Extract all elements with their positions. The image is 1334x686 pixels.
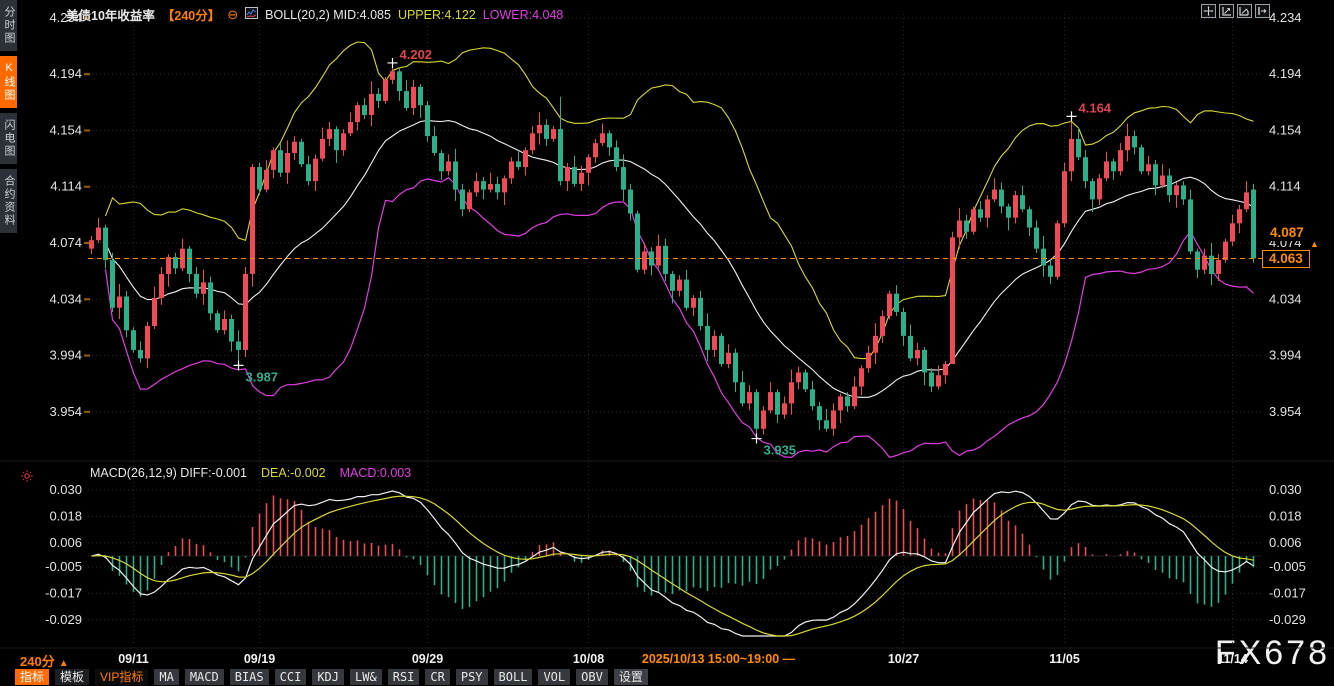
svg-text:0.006: 0.006 xyxy=(49,535,82,550)
svg-text:2025/10/13 15:00~19:00 —: 2025/10/13 15:00~19:00 — xyxy=(642,652,796,666)
toolbar-button-ma[interactable]: MA xyxy=(154,669,178,685)
view-mode-sidebar: 分时图 K线图 闪电图 合约资料 xyxy=(0,0,17,238)
toolbar-button-lw[interactable]: LW& xyxy=(350,669,382,685)
instrument-title: 美债10年收益率 xyxy=(66,5,155,24)
svg-text:4.114: 4.114 xyxy=(50,179,82,194)
svg-text:3.994: 3.994 xyxy=(1269,348,1302,363)
boll-lower-label: LOWER:4.048 xyxy=(483,8,564,22)
svg-text:11/14: 11/14 xyxy=(1217,652,1248,666)
svg-text:4.202: 4.202 xyxy=(400,47,433,62)
svg-text:3.954: 3.954 xyxy=(1269,404,1302,419)
svg-text:09/19: 09/19 xyxy=(244,652,275,666)
svg-text:0.018: 0.018 xyxy=(1269,508,1302,523)
svg-text:09/29: 09/29 xyxy=(412,652,443,666)
sidebar-tab-timeline[interactable]: 分时图 xyxy=(0,0,17,51)
toolbar-button-bias[interactable]: BIAS xyxy=(230,669,269,685)
svg-text:-0.005: -0.005 xyxy=(1269,559,1306,574)
svg-text:4.074: 4.074 xyxy=(49,235,82,250)
chevron-up-icon: ▲ xyxy=(59,658,69,669)
sidebar-tab-lightning[interactable]: 闪电图 xyxy=(0,113,17,164)
svg-text:11/05: 11/05 xyxy=(1049,652,1080,666)
toolbar-button-indicator[interactable]: 指标 xyxy=(15,669,49,685)
axis-scale-right-icon[interactable] xyxy=(1237,4,1252,18)
svg-text:4.034: 4.034 xyxy=(1269,291,1302,306)
svg-text:-0.029: -0.029 xyxy=(45,612,82,627)
svg-text:09/11: 09/11 xyxy=(118,652,149,666)
svg-text:4.234: 4.234 xyxy=(1269,10,1302,25)
svg-text:4.194: 4.194 xyxy=(1269,66,1302,81)
svg-text:4.194: 4.194 xyxy=(49,66,82,81)
svg-text:-0.029: -0.029 xyxy=(1269,612,1306,627)
svg-text:0.030: 0.030 xyxy=(1269,482,1302,497)
chart-tool-icons xyxy=(1201,4,1270,18)
svg-text:3.935: 3.935 xyxy=(764,443,797,458)
axis-scale-left-icon[interactable] xyxy=(1219,4,1234,18)
svg-text:0.018: 0.018 xyxy=(49,508,82,523)
toolbar-button-cci[interactable]: CCI xyxy=(275,669,307,685)
mini-chart-icon[interactable] xyxy=(245,7,258,22)
boll-upper-label: UPPER:4.122 xyxy=(398,8,476,22)
indicator-toolbar: 指标 模板 VIP指标 MA MACD BIAS CCI KDJ LW& RSI… xyxy=(15,669,648,685)
boll-mid-label: BOLL(20,2) MID:4.085 xyxy=(265,8,391,22)
toolbar-button-obv[interactable]: OBV xyxy=(576,669,608,685)
svg-text:4.154: 4.154 xyxy=(49,122,82,137)
interval-selector[interactable]: 240分▲ xyxy=(20,651,69,670)
macd-settings-icon[interactable] xyxy=(20,469,34,483)
sidebar-tab-kline[interactable]: K线图 xyxy=(0,56,17,108)
svg-text:4.034: 4.034 xyxy=(49,291,82,306)
toolbar-button-boll[interactable]: BOLL xyxy=(494,669,533,685)
collapse-panel-right-icon[interactable] xyxy=(1255,4,1270,18)
svg-text:3.987: 3.987 xyxy=(246,369,279,384)
axis-labels-layer: 4.2344.2344.1944.1944.1544.1544.1144.114… xyxy=(45,10,1306,667)
toolbar-button-vip-indicator[interactable]: VIP指标 xyxy=(95,669,148,685)
svg-text:4.164: 4.164 xyxy=(1079,100,1112,115)
toolbar-button-vol[interactable]: VOL xyxy=(538,669,570,685)
toolbar-button-rsi[interactable]: RSI xyxy=(388,669,420,685)
sidebar-tab-contract-info[interactable]: 合约资料 xyxy=(0,169,17,233)
macd-diff-label: MACD(26,12,9) DIFF:-0.001 xyxy=(90,466,247,480)
macd-value-label: MACD:0.003 xyxy=(340,466,412,480)
toolbar-button-settings[interactable]: 设置 xyxy=(614,669,648,685)
price-up-arrow-icon: ▲ xyxy=(1310,240,1319,249)
collapse-indicator-icon[interactable]: ⊖ xyxy=(227,9,238,21)
macd-layer xyxy=(88,491,1262,636)
chart-header: 美债10年收益率 【240分】 ⊖ BOLL(20,2) MID:4.085 U… xyxy=(66,5,563,24)
toolbar-button-kdj[interactable]: KDJ xyxy=(312,669,344,685)
kline-macd-chart[interactable]: 4.2344.2344.1944.1944.1544.1544.1144.114… xyxy=(0,0,1334,686)
trading-terminal: { "header": { "title": "美债10年收益率", "inte… xyxy=(0,0,1334,686)
toolbar-button-psy[interactable]: PSY xyxy=(456,669,488,685)
toolbar-button-cr[interactable]: CR xyxy=(425,669,449,685)
last-price-badge: 4.087 xyxy=(1264,224,1310,241)
pan-crosshair-icon[interactable] xyxy=(1201,4,1216,18)
macd-dea-label: DEA:-0.002 xyxy=(261,466,326,480)
svg-text:4.154: 4.154 xyxy=(1269,122,1302,137)
svg-text:10/27: 10/27 xyxy=(888,652,919,666)
svg-text:0.006: 0.006 xyxy=(1269,535,1302,550)
toolbar-button-template[interactable]: 模板 xyxy=(55,669,89,685)
svg-text:4.114: 4.114 xyxy=(1269,179,1301,194)
macd-header: MACD(26,12,9) DIFF:-0.001 DEA:-0.002 MAC… xyxy=(90,466,411,480)
svg-text:-0.017: -0.017 xyxy=(45,585,82,600)
interval-tag[interactable]: 【240分】 xyxy=(162,5,220,24)
reference-price-badge: 4.063 xyxy=(1262,250,1310,268)
annotations-layer: 4.202 4.164 3.987 3.935 xyxy=(88,47,1262,458)
svg-text:-0.017: -0.017 xyxy=(1269,585,1306,600)
svg-text:10/08: 10/08 xyxy=(573,652,604,666)
toolbar-button-macd[interactable]: MACD xyxy=(185,669,224,685)
svg-text:-0.005: -0.005 xyxy=(45,559,82,574)
svg-text:3.954: 3.954 xyxy=(49,404,82,419)
svg-text:0.030: 0.030 xyxy=(49,482,82,497)
svg-text:3.994: 3.994 xyxy=(49,348,82,363)
